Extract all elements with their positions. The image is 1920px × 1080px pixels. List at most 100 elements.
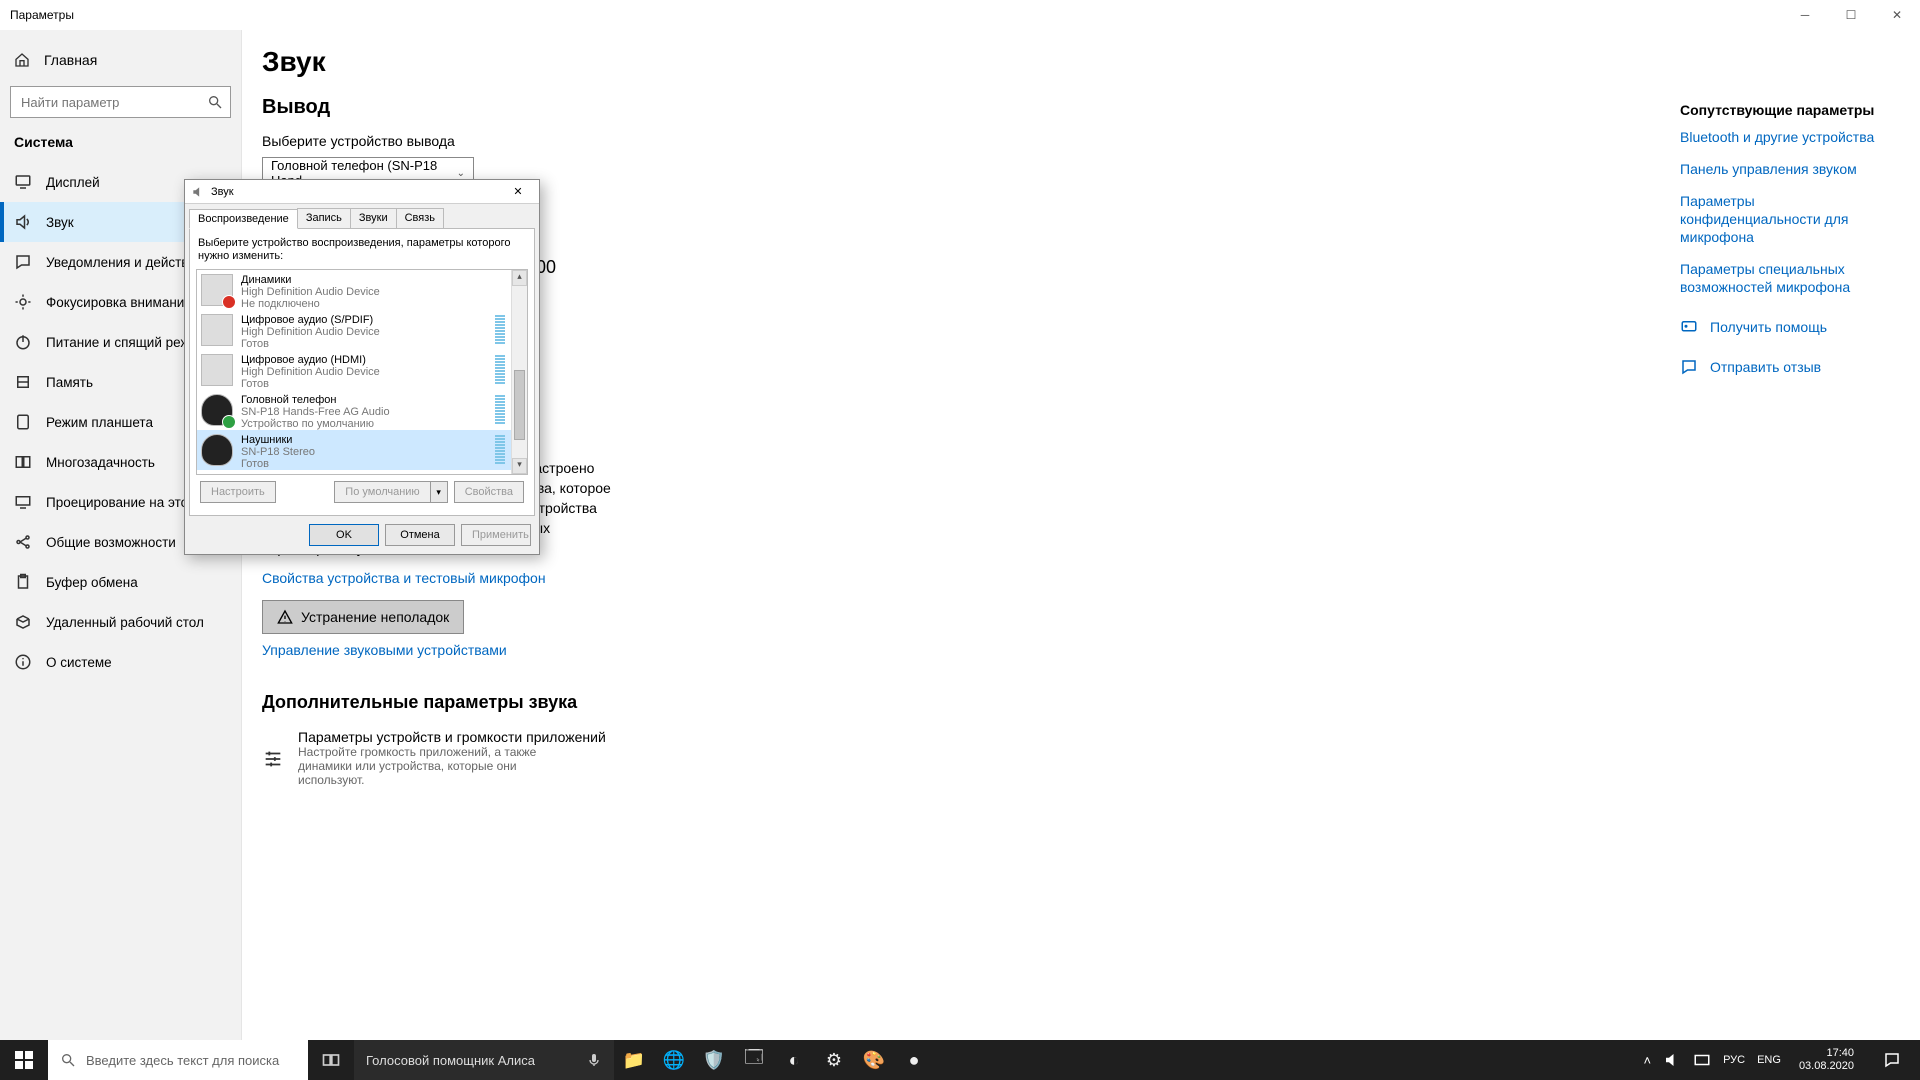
explorer-app-icon[interactable]: 📁 bbox=[614, 1040, 654, 1080]
home-button[interactable]: Главная bbox=[0, 40, 241, 80]
alisa-assistant-bar[interactable]: Голосовой помощник Алиса bbox=[354, 1040, 614, 1080]
cancel-button[interactable]: Отмена bbox=[385, 524, 455, 546]
sidebar-item-label: Буфер обмена bbox=[46, 575, 138, 590]
scrollbar[interactable]: ▴ ▾ bbox=[511, 270, 527, 474]
configure-button[interactable]: Настроить bbox=[200, 481, 276, 503]
device-name: Наушники bbox=[241, 434, 315, 446]
device-status: Готов bbox=[241, 338, 380, 350]
memory-icon bbox=[14, 373, 32, 391]
sidebar-item-remote[interactable]: Удаленный рабочий стол bbox=[0, 602, 241, 642]
page-title: Звук bbox=[262, 46, 1920, 78]
tab-record[interactable]: Запись bbox=[297, 208, 351, 228]
volume-row: 100 bbox=[526, 257, 866, 278]
feedback-label: Отправить отзыв bbox=[1710, 359, 1821, 375]
home-label: Главная bbox=[44, 52, 97, 68]
sidebar-item-label: Память bbox=[46, 375, 93, 390]
sliders-icon bbox=[262, 731, 284, 787]
device-row[interactable]: Цифровое аудио (HDMI) High Definition Au… bbox=[197, 350, 527, 390]
volume-tray-icon[interactable] bbox=[1663, 1051, 1681, 1069]
sidebar-item-label: Питание и спящий режим bbox=[46, 335, 206, 350]
properties-button[interactable]: Свойства bbox=[454, 481, 524, 503]
scroll-down-button[interactable]: ▾ bbox=[512, 458, 527, 474]
device-row[interactable]: Наушники SN-P18 Stereo Готов bbox=[197, 430, 527, 470]
related-link-mic-ease[interactable]: Параметры специальных возможностей микро… bbox=[1680, 260, 1880, 296]
get-help-link[interactable]: Получить помощь bbox=[1680, 318, 1880, 336]
settings-app-icon[interactable]: ⚙ bbox=[814, 1040, 854, 1080]
device-status: Не подключено bbox=[241, 298, 380, 310]
chevron-down-icon: ⌄ bbox=[457, 168, 465, 179]
date: 03.08.2020 bbox=[1799, 1060, 1854, 1073]
chrome-app-icon[interactable]: ◐ bbox=[774, 1040, 814, 1080]
sidebar-item-clip[interactable]: Буфер обмена bbox=[0, 562, 241, 602]
output-heading: Вывод bbox=[262, 96, 1920, 119]
taskbar-search[interactable]: Введите здесь текст для поиска bbox=[48, 1040, 308, 1080]
paint-app-icon[interactable]: 🎨 bbox=[854, 1040, 894, 1080]
set-default-label: По умолчанию bbox=[334, 481, 429, 503]
scrollbar-thumb[interactable] bbox=[514, 370, 525, 440]
device-driver: High Definition Audio Device bbox=[241, 326, 380, 338]
taskbar: Введите здесь текст для поиска Голосовой… bbox=[0, 1040, 1920, 1080]
network-tray-icon[interactable] bbox=[1693, 1051, 1711, 1069]
sidebar-item-label: Фокусировка внимания bbox=[46, 295, 192, 310]
related-link-bluetooth[interactable]: Bluetooth и другие устройства bbox=[1680, 128, 1880, 146]
app-volume-item[interactable]: Параметры устройств и громкости приложен… bbox=[262, 729, 1920, 787]
antivirus-app-icon[interactable]: 🛡️ bbox=[694, 1040, 734, 1080]
speaker-icon bbox=[201, 274, 233, 306]
app-icon-generic[interactable]: 🗔 bbox=[734, 1040, 774, 1080]
apply-button[interactable]: Применить bbox=[461, 524, 531, 546]
search-icon bbox=[60, 1052, 76, 1068]
sidebar-item-label: Общие возможности bbox=[46, 535, 176, 550]
troubleshoot-button[interactable]: Устранение неполадок bbox=[262, 600, 464, 634]
sound-icon bbox=[14, 213, 32, 231]
tab-sounds[interactable]: Звуки bbox=[350, 208, 397, 228]
device-properties-link[interactable]: Свойства устройства и тестовый микрофон bbox=[262, 570, 546, 586]
chevron-down-icon[interactable]: ▾ bbox=[430, 481, 448, 503]
windows-logo-icon bbox=[15, 1051, 33, 1069]
search-input[interactable] bbox=[10, 86, 231, 118]
advanced-heading: Дополнительные параметры звука bbox=[262, 692, 1920, 713]
task-view-button[interactable] bbox=[308, 1040, 354, 1080]
device-driver: SN-P18 Stereo bbox=[241, 446, 315, 458]
app-volume-title: Параметры устройств и громкости приложен… bbox=[298, 729, 606, 745]
clock[interactable]: 17:40 03.08.2020 bbox=[1793, 1047, 1860, 1073]
tab-playback[interactable]: Воспроизведение bbox=[189, 209, 298, 229]
ok-button[interactable]: OK bbox=[309, 524, 379, 546]
spdif-icon bbox=[201, 314, 233, 346]
related-link-mic-privacy[interactable]: Параметры конфиденциальности для микрофо… bbox=[1680, 192, 1880, 246]
set-default-button[interactable]: По умолчанию ▾ bbox=[334, 481, 447, 503]
level-meter-icon bbox=[495, 354, 505, 384]
tray-overflow-button[interactable]: ˄ bbox=[1643, 1053, 1651, 1068]
titlebar: Параметры ─ ☐ ✕ bbox=[0, 0, 1920, 30]
dialog-close-button[interactable]: ✕ bbox=[503, 185, 533, 198]
notification-icon bbox=[1883, 1051, 1901, 1069]
action-center-button[interactable] bbox=[1872, 1051, 1912, 1069]
device-name: Головной телефон bbox=[241, 394, 390, 406]
device-row[interactable]: Цифровое аудио (S/PDIF) High Definition … bbox=[197, 310, 527, 350]
tab-pane-playback: Выберите устройство воспроизведения, пар… bbox=[189, 228, 535, 516]
warning-icon bbox=[277, 609, 293, 625]
sidebar-item-about[interactable]: О системе bbox=[0, 642, 241, 682]
start-button[interactable] bbox=[0, 1040, 48, 1080]
device-list[interactable]: Динамики High Definition Audio Device Не… bbox=[196, 269, 528, 475]
feedback-link[interactable]: Отправить отзыв bbox=[1680, 358, 1880, 376]
tab-comm[interactable]: Связь bbox=[396, 208, 444, 228]
maximize-button[interactable]: ☐ bbox=[1828, 0, 1874, 30]
minimize-button[interactable]: ─ bbox=[1782, 0, 1828, 30]
edge-app-icon[interactable]: 🌐 bbox=[654, 1040, 694, 1080]
device-row[interactable]: Динамики High Definition Audio Device Не… bbox=[197, 270, 527, 310]
related-link-sound-panel[interactable]: Панель управления звуком bbox=[1680, 160, 1880, 178]
manage-devices-link[interactable]: Управление звуковыми устройствами bbox=[262, 642, 507, 658]
taskbar-pinned-apps: 📁 🌐 🛡️ 🗔 ◐ ⚙ 🎨 ● bbox=[614, 1040, 934, 1080]
system-tray: ˄ РУС ENG 17:40 03.08.2020 bbox=[1643, 1047, 1920, 1073]
device-row[interactable]: Головной телефон SN-P18 Hands-Free AG Au… bbox=[197, 390, 527, 430]
language-indicator-2[interactable]: ENG bbox=[1757, 1054, 1781, 1066]
scroll-up-button[interactable]: ▴ bbox=[512, 270, 527, 286]
sidebar-item-label: Дисплей bbox=[46, 175, 100, 190]
close-button[interactable]: ✕ bbox=[1874, 0, 1920, 30]
device-name: Цифровое аудио (HDMI) bbox=[241, 354, 380, 366]
dialog-titlebar[interactable]: Звук ✕ bbox=[185, 180, 539, 204]
app-icon-generic-2[interactable]: ● bbox=[894, 1040, 934, 1080]
home-icon bbox=[14, 52, 30, 68]
task-view-icon bbox=[321, 1050, 341, 1070]
language-indicator[interactable]: РУС bbox=[1723, 1054, 1745, 1066]
